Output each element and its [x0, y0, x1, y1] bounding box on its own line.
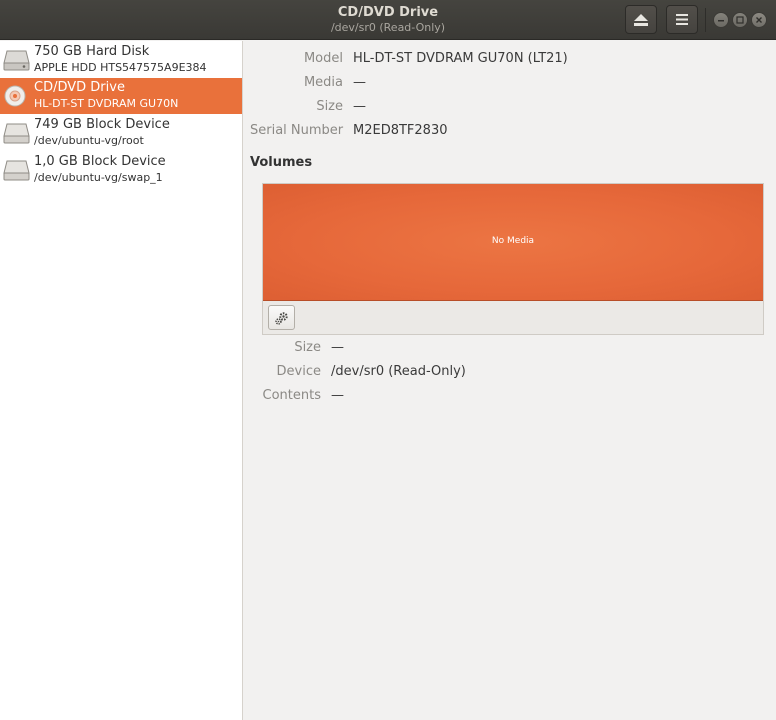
- hamburger-menu-icon: [676, 14, 688, 25]
- hard-disk-icon: [3, 50, 30, 71]
- device-description: HL-DT-ST DVDRAM GU70N: [34, 97, 179, 110]
- model-value: HL-DT-ST DVDRAM GU70N (LT21): [353, 51, 568, 66]
- close-icon: [756, 17, 762, 23]
- serial-number-value: M2ED8TF2830: [353, 123, 448, 138]
- volumes-heading: Volumes: [250, 155, 313, 170]
- optical-disc-icon: [4, 85, 26, 107]
- device-name: CD/DVD Drive: [34, 80, 125, 95]
- device-description: APPLE HDD HTS547575A9E384: [34, 61, 207, 74]
- block-device-icon: [3, 160, 30, 181]
- minimize-button[interactable]: [713, 12, 729, 28]
- size-label: Size: [316, 99, 343, 114]
- size-value: —: [353, 99, 366, 114]
- volume-size-label: Size: [294, 340, 321, 355]
- volume-device-label: Device: [276, 364, 321, 379]
- model-label: Model: [303, 51, 343, 66]
- eject-icon: [634, 13, 648, 26]
- device-item-root-block-device[interactable]: 749 GB Block Device /dev/ubuntu-vg/root: [0, 115, 242, 151]
- serial-number-label: Serial Number: [250, 123, 344, 138]
- close-button[interactable]: [751, 12, 767, 28]
- device-list: 750 GB Hard Disk APPLE HDD HTS547575A9E3…: [0, 41, 243, 720]
- device-item-hard-disk[interactable]: 750 GB Hard Disk APPLE HDD HTS547575A9E3…: [0, 42, 242, 78]
- volume-options-button[interactable]: [268, 305, 295, 330]
- eject-button[interactable]: [625, 5, 657, 34]
- volume-device-value: /dev/sr0 (Read-Only): [331, 364, 466, 379]
- device-name: 750 GB Hard Disk: [34, 44, 150, 59]
- header-separator: [705, 8, 706, 32]
- volume-bar-no-media[interactable]: No Media: [263, 184, 763, 301]
- window-title: CD/DVD Drive: [337, 5, 439, 20]
- window-subtitle: /dev/sr0 (Read-Only): [330, 21, 446, 34]
- device-item-swap-block-device[interactable]: 1,0 GB Block Device /dev/ubuntu-vg/swap_…: [0, 152, 242, 188]
- maximize-button[interactable]: [732, 12, 748, 28]
- maximize-icon: [736, 16, 744, 24]
- device-name: 1,0 GB Block Device: [34, 154, 166, 169]
- volume-bar-label: No Media: [491, 236, 535, 246]
- media-label: Media: [303, 75, 343, 90]
- menu-button[interactable]: [666, 5, 698, 34]
- volume-contents-label: Contents: [262, 388, 321, 403]
- volume-map: No Media: [262, 183, 764, 335]
- gears-icon: [274, 311, 288, 325]
- minimize-icon: [718, 20, 724, 22]
- volume-contents-value: —: [331, 388, 344, 403]
- device-name: 749 GB Block Device: [34, 117, 170, 132]
- media-value: —: [353, 75, 366, 90]
- header-bar: CD/DVD Drive /dev/sr0 (Read-Only): [0, 0, 776, 40]
- device-description: /dev/ubuntu-vg/swap_1: [34, 171, 163, 184]
- block-device-icon: [3, 123, 30, 144]
- device-item-cd-dvd-drive[interactable]: CD/DVD Drive HL-DT-ST DVDRAM GU70N: [0, 78, 242, 114]
- volume-size-value: —: [331, 340, 344, 355]
- device-description: /dev/ubuntu-vg/root: [34, 134, 144, 147]
